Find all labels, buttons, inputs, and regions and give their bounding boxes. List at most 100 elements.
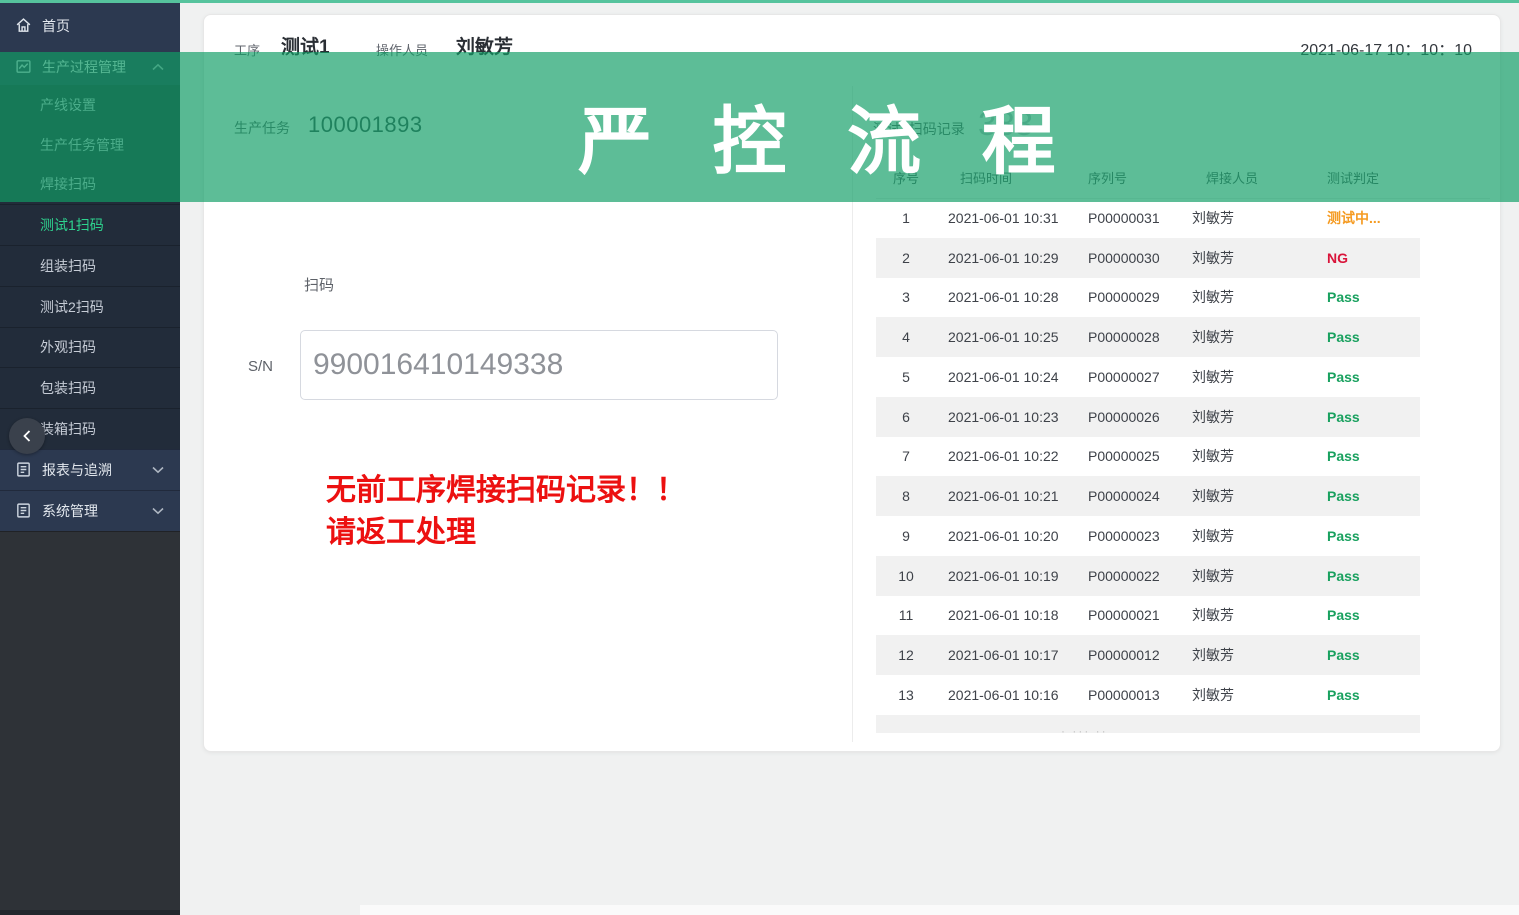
welder-cell: 刘敏芳	[1192, 209, 1234, 226]
sidebar-subitem-8[interactable]: 包装扫码	[0, 367, 180, 408]
welder-cell: 刘敏芳	[1192, 289, 1234, 306]
table-row: 1 2021-06-01 10:31 P00000031 刘敏芳 测试中...	[876, 198, 1420, 238]
serial-cell: P00000023	[1088, 527, 1160, 544]
sidebar-item-production-management[interactable]: 生产过程管理	[0, 48, 180, 85]
result-cell: Pass	[1327, 567, 1360, 584]
scan-time-cell: 2021-06-01 10:29	[948, 249, 1059, 266]
table-row: 3 2021-06-01 10:28 P00000029 刘敏芳 Pass	[876, 278, 1420, 318]
result-cell: Pass	[1327, 368, 1360, 385]
pane-divider	[852, 86, 853, 742]
sidebar-subitem-label: 测试1扫码	[40, 217, 104, 234]
scan-records-count: 383	[978, 105, 1034, 142]
result-cell: Pass	[1327, 448, 1360, 465]
result-cell: Pass	[1327, 647, 1360, 664]
sn-input[interactable]	[300, 330, 778, 400]
sidebar-subitem-label: 产线设置	[40, 96, 96, 113]
result-cell: Pass	[1327, 329, 1360, 346]
sidebar-subitem-5[interactable]: 组装扫码	[0, 245, 180, 286]
current-datetime: 2021-06-17 10：10：10	[1300, 42, 1472, 59]
serial-cell: P00000029	[1088, 289, 1160, 306]
welder-cell: 刘敏芳	[1192, 607, 1234, 624]
welder-cell: 刘敏芳	[1192, 408, 1234, 425]
main-area: 工序 测试1 操作人员 刘敏芳 2021-06-17 10：10：10 生产任务…	[180, 0, 1519, 915]
scan-time-cell: 2021-06-01 10:25	[948, 329, 1059, 346]
serial-cell: P00000022	[1088, 567, 1160, 584]
sidebar-subitem-6[interactable]: 测试2扫码	[0, 285, 180, 327]
home-icon	[14, 17, 32, 35]
chevron-down-icon	[152, 507, 164, 515]
serial-cell: P00000026	[1088, 408, 1160, 425]
sidebar-subitem-label: 组装扫码	[40, 257, 96, 274]
table-header-underline	[876, 198, 1490, 199]
scan-time-cell: 2021-06-01 10:18	[948, 607, 1059, 624]
serial-cell: P00000012	[1088, 647, 1160, 664]
warning-text: 无前工序焊接扫码记录！！ 请返工处理	[326, 470, 686, 554]
row-index-cell: 12	[898, 647, 914, 664]
result-cell: Pass	[1327, 686, 1360, 703]
table-header-cell: 序号	[892, 170, 919, 186]
document-icon	[14, 502, 32, 520]
records-table: 序号 扫码时间 序列号 焊接人员 测试判定 1 2021-06-01 10:31 P0000…	[876, 156, 1420, 733]
scan-time-cell: 2021-06-01 10:28	[948, 289, 1059, 306]
table-row: 2 2021-06-01 10:29 P00000030 刘敏芳 NG	[876, 237, 1420, 278]
production-task-label: 生产任务	[234, 120, 290, 136]
truncated-row-hint: · ··· ··	[1061, 723, 1108, 733]
welder-cell: 刘敏芳	[1192, 488, 1234, 505]
process-label: 工序	[234, 43, 261, 58]
sidebar-subitem-label: 包装扫码	[40, 380, 96, 397]
row-index-cell: 5	[902, 368, 910, 385]
warning-line-2: 请返工处理	[326, 516, 476, 549]
row-index-cell: 6	[902, 408, 910, 425]
sidebar-subitem-label: 外观扫码	[40, 339, 96, 356]
scan-section-label: 扫码	[304, 277, 335, 294]
sidebar-collapse-button[interactable]	[9, 418, 45, 454]
sidebar-subitem-label: 装箱扫码	[40, 421, 96, 437]
table-row: 9 2021-06-01 10:20 P00000023 刘敏芳 Pass	[876, 516, 1420, 556]
row-index-cell: 4	[902, 329, 910, 346]
sidebar-subitem-label: 测试2扫码	[40, 298, 104, 315]
sidebar-subitem-3[interactable]: 焊接扫码	[0, 165, 180, 205]
sidebar-subitem-2[interactable]: 生产任务管理	[0, 125, 180, 165]
row-index-cell: 10	[898, 567, 914, 584]
table-row: 10 2021-06-01 10:19 P00000022 刘敏芳 Pass	[876, 555, 1420, 596]
sidebar-subitem-7[interactable]: 外观扫码	[0, 326, 180, 368]
sidebar-item-bottom-2[interactable]: 系统管理	[0, 489, 180, 531]
document-icon	[14, 461, 32, 479]
table-row: 4 2021-06-01 10:25 P00000028 刘敏芳 Pass	[876, 317, 1420, 357]
sidebar-subitem-4[interactable]: 测试1扫码	[0, 204, 180, 245]
table-row: 5 2021-06-01 10:24 P00000027 刘敏芳 Pass	[876, 357, 1420, 397]
result-cell: 测试中...	[1327, 209, 1381, 226]
process-value: 测试1	[281, 37, 330, 58]
sidebar-bottom-strip	[0, 910, 180, 915]
serial-cell: P00000027	[1088, 368, 1160, 385]
result-cell: Pass	[1327, 607, 1360, 624]
serial-cell: P00000028	[1088, 329, 1160, 346]
table-row: 6 2021-06-01 10:23 P00000026 刘敏芳 Pass	[876, 396, 1420, 437]
table-header-cell: 测试判定	[1327, 170, 1380, 186]
sidebar-item-label: 生产过程管理	[42, 58, 126, 75]
top-accent-line	[0, 0, 1519, 3]
app-window: 首页 生产过程管理 产线设置 生产任务管理 焊接扫码 测试1扫码 组装扫码 测试2扫码 外观…	[0, 0, 1519, 915]
sidebar-item-bottom-1[interactable]: 报表与追溯	[0, 448, 180, 490]
scan-time-cell: 2021-06-01 10:16	[948, 686, 1059, 703]
table-row: 8 2021-06-01 10:21 P00000024 刘敏芳 Pass	[876, 476, 1420, 516]
serial-cell: P00000031	[1088, 209, 1160, 226]
result-cell: NG	[1327, 249, 1348, 266]
welder-cell: 刘敏芳	[1192, 647, 1234, 664]
sidebar-subitem-1[interactable]: 产线设置	[0, 85, 180, 125]
scan-time-cell: 2021-06-01 10:23	[948, 408, 1059, 425]
serial-cell: P00000030	[1088, 249, 1160, 266]
sidebar: 首页 生产过程管理 产线设置生产任务管理 焊接扫码测试1扫码组装扫码测试2扫码外观…	[0, 0, 180, 915]
result-cell: Pass	[1327, 408, 1360, 425]
table-row-truncated: · ··· ··	[876, 714, 1420, 733]
welder-cell: 刘敏芳	[1192, 567, 1234, 584]
scan-time-cell: 2021-06-01 10:21	[948, 488, 1059, 505]
welder-cell: 刘敏芳	[1192, 527, 1234, 544]
production-task-value: 100001893	[308, 112, 423, 137]
scan-time-cell: 2021-06-01 10:19	[948, 567, 1059, 584]
table-header-cell: 序列号	[1088, 170, 1128, 186]
sidebar-item-home[interactable]: 首页	[0, 0, 180, 48]
sn-label: S/N	[248, 358, 274, 375]
table-row: 12 2021-06-01 10:17 P00000012 刘敏芳 Pass	[876, 635, 1420, 675]
table-header-row: 序号 扫码时间 序列号 焊接人员 测试判定	[876, 156, 1420, 198]
